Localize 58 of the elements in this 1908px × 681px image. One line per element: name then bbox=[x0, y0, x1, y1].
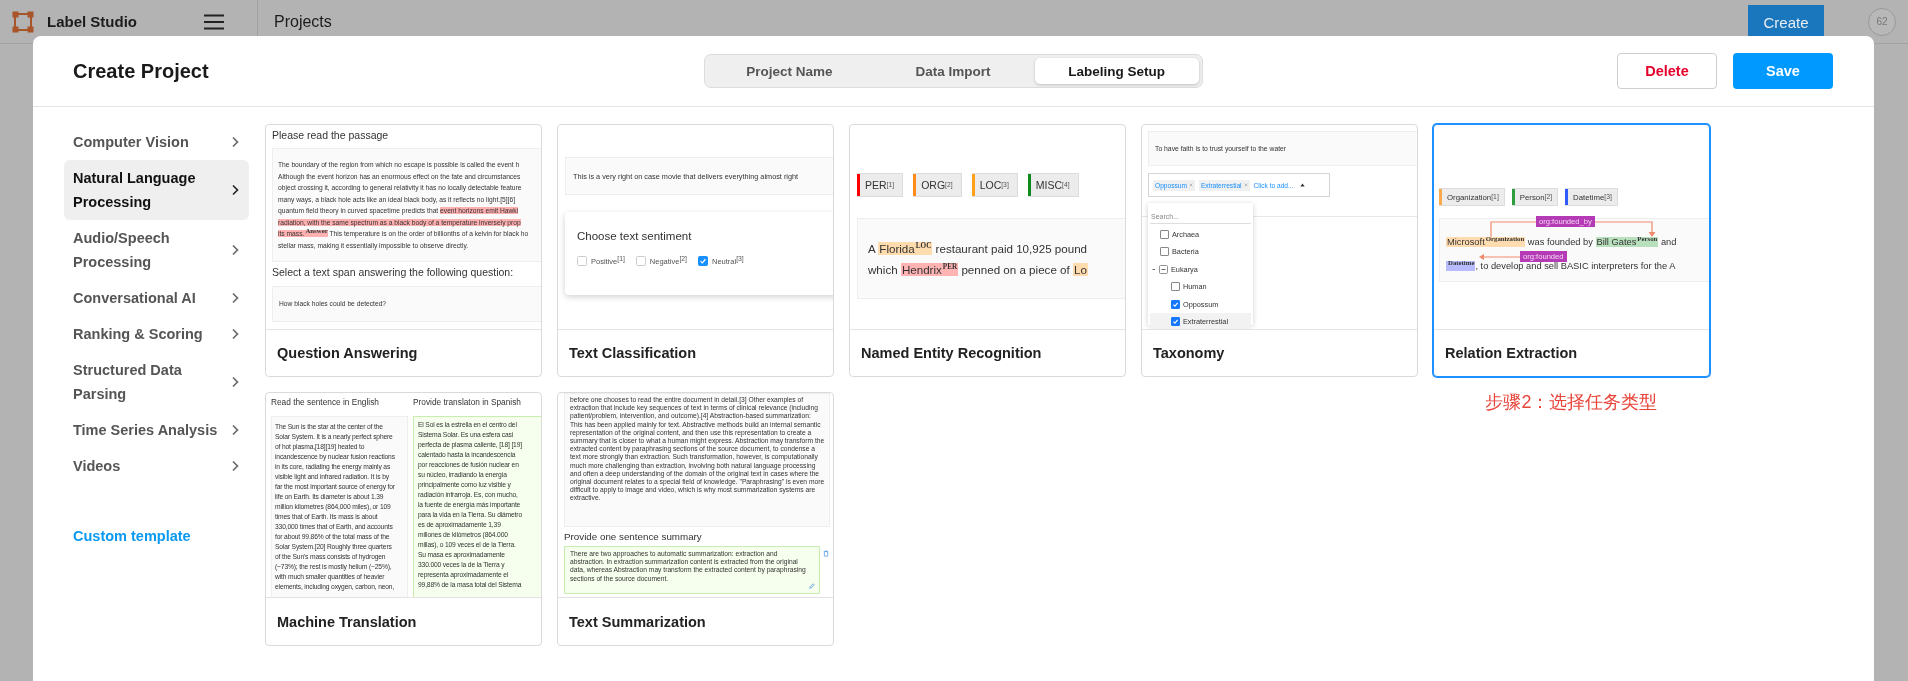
caret-up-icon[interactable] bbox=[1299, 183, 1305, 187]
collapse-icon[interactable] bbox=[1152, 264, 1168, 274]
template-title[interactable]: Taxonomy bbox=[1142, 330, 1417, 376]
relation-arrow bbox=[1479, 254, 1521, 260]
template-title[interactable]: Question Answering bbox=[266, 330, 541, 376]
label-chip[interactable]: MISC$^{[4]}$ bbox=[1027, 173, 1079, 197]
label-chip[interactable]: ORG$^{[2]}$ bbox=[913, 173, 962, 197]
passage-heading: Please read the passage bbox=[271, 128, 390, 142]
chevron-right-icon bbox=[231, 184, 239, 196]
menu-icon[interactable] bbox=[204, 13, 224, 30]
template-card[interactable] bbox=[1433, 124, 1710, 377]
app-name: Label Studio bbox=[47, 13, 137, 30]
logo-icon[interactable] bbox=[12, 10, 34, 33]
template-title[interactable]: Relation Extraction bbox=[1434, 330, 1709, 376]
checkbox[interactable] bbox=[1160, 229, 1169, 239]
summary-heading: Provide one sentence summary bbox=[563, 530, 703, 543]
chevron-right-icon bbox=[231, 292, 239, 304]
template-title[interactable]: Text Classification bbox=[558, 330, 833, 376]
source-heading: Read the sentence in English bbox=[271, 397, 380, 409]
chevron-right-icon bbox=[231, 424, 239, 436]
chevron-right-icon bbox=[231, 460, 239, 472]
chevron-right-icon bbox=[231, 136, 239, 148]
category-item[interactable]: Audio/Speech Processing bbox=[64, 220, 249, 280]
checkbox[interactable] bbox=[1171, 299, 1180, 309]
category-item[interactable]: Videos bbox=[64, 448, 249, 484]
annotation-text: 步骤2：选择任务类型 bbox=[1485, 392, 1658, 412]
sample-text: A Florida$^{LOC}$ restaurant paid 10,925 pound which Hendrix$^{PER}$ penned on a piece of Lo bbox=[868, 241, 1089, 278]
checkbox[interactable] bbox=[698, 256, 708, 266]
dialog-title: Create Project bbox=[73, 59, 209, 83]
checkbox[interactable] bbox=[1171, 282, 1180, 292]
pencil-icon[interactable] bbox=[809, 583, 815, 589]
category-item[interactable]: Ranking & Scoring bbox=[64, 316, 249, 352]
label-chip[interactable]: LOC$^{[3]}$ bbox=[971, 173, 1018, 197]
step-tab[interactable]: Project Name bbox=[707, 58, 872, 84]
checkbox[interactable] bbox=[1171, 317, 1180, 327]
template-card[interactable]: PER$^{[1]}$ ORG$^{[2]}$ LOC$^{[3]}$ MISC$^{[4]}$ A Florida$^{LOC}$ restaurant paid 10,925 pound which Hendrix$^{PER}$ penned on a piece of Lo Named Entity Recognition bbox=[849, 124, 1126, 377]
checkbox[interactable] bbox=[1160, 247, 1169, 257]
category-item[interactable]: Structured Data Parsing bbox=[64, 352, 249, 412]
label-chip[interactable]: PER$^{[1]}$ bbox=[857, 173, 904, 197]
template-title[interactable]: Machine Translation bbox=[266, 598, 541, 645]
template-title[interactable]: Named Entity Recognition bbox=[850, 330, 1125, 376]
category-item[interactable]: Computer Vision bbox=[64, 124, 249, 160]
chevron-right-icon bbox=[231, 328, 239, 340]
category-item[interactable]: Natural Language Processing bbox=[64, 160, 249, 220]
chevron-right-icon bbox=[231, 244, 239, 256]
step-tab[interactable]: Labeling Setup bbox=[1034, 58, 1199, 84]
target-heading: Provide translaton in Spanish bbox=[413, 397, 522, 409]
template-title[interactable]: Text Summarization bbox=[558, 598, 833, 645]
category-item[interactable]: Time Series Analysis bbox=[64, 412, 249, 448]
trash-icon[interactable] bbox=[823, 550, 829, 557]
category-item[interactable]: Conversational AI bbox=[64, 280, 249, 316]
question-heading: Select a text span answering the following question: bbox=[271, 265, 515, 279]
checkbox[interactable] bbox=[577, 256, 587, 266]
checkbox[interactable] bbox=[635, 256, 646, 266]
chevron-right-icon bbox=[231, 376, 239, 388]
delete-button[interactable]: Delete bbox=[1617, 53, 1717, 89]
choices-heading: Choose text sentiment bbox=[577, 230, 693, 242]
step-tab[interactable]: Data Import bbox=[871, 58, 1035, 84]
